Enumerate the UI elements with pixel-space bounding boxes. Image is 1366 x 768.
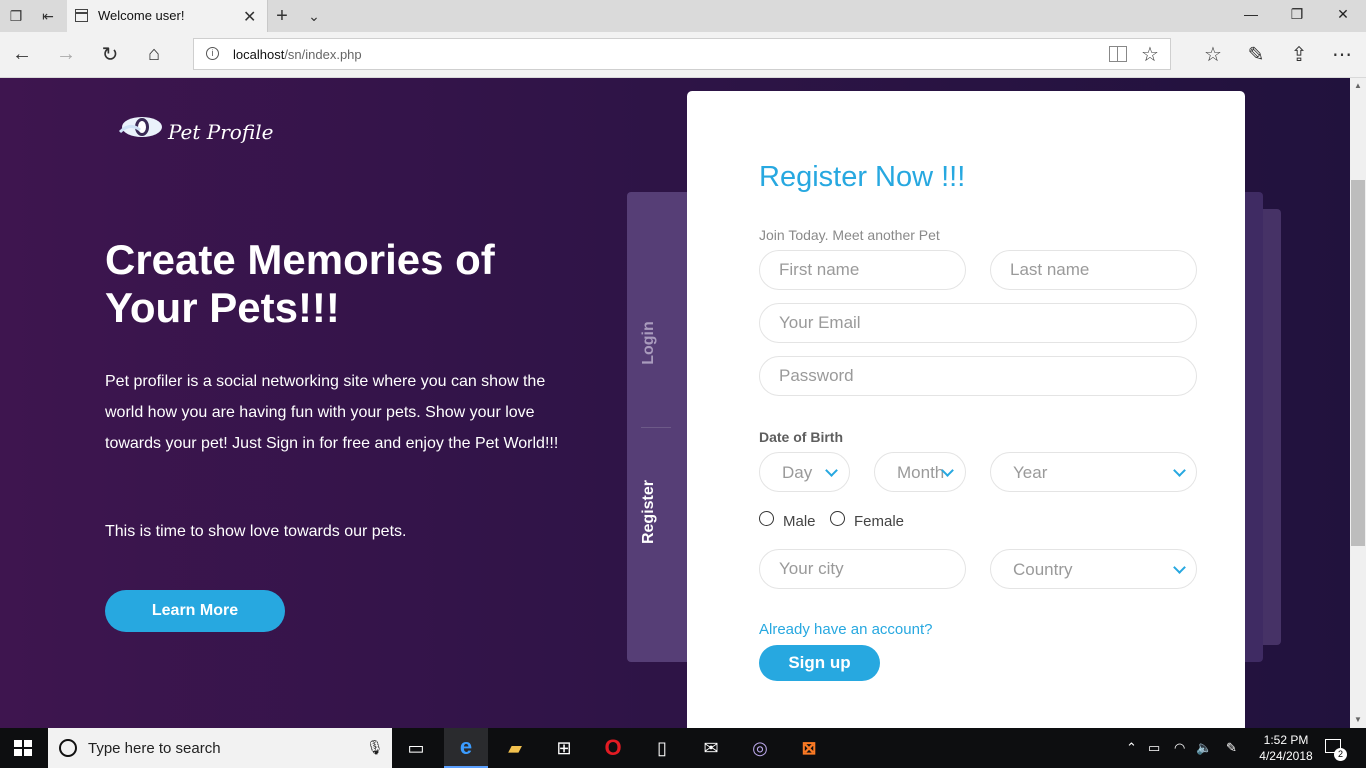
male-label: Male — [783, 513, 816, 530]
year-select-value: Year — [1013, 463, 1048, 482]
new-tab-icon[interactable]: + — [272, 5, 292, 27]
female-radio[interactable] — [830, 511, 845, 526]
last-name-input[interactable] — [991, 251, 1196, 289]
favorite-star-icon[interactable]: ☆ — [1141, 42, 1159, 67]
chevron-down-icon[interactable]: ⌄ — [304, 6, 324, 26]
favorites-hub-icon[interactable]: ☆ — [1199, 40, 1227, 68]
tab-manager-icon[interactable]: ❐ — [6, 6, 26, 26]
day-select[interactable]: Day — [759, 452, 850, 492]
document-icon[interactable]: ▯ — [640, 728, 684, 768]
close-window-icon[interactable]: ✕ — [1328, 6, 1358, 23]
divider — [641, 427, 671, 428]
torrent-icon[interactable]: ◎ — [738, 728, 782, 768]
year-select[interactable]: Year — [990, 452, 1197, 492]
last-name-field[interactable] — [990, 250, 1197, 290]
volume-icon[interactable]: 🔈 — [1196, 740, 1212, 756]
form-subtitle: Join Today. Meet another Pet — [759, 227, 940, 243]
taskbar: Type here to search 🎙 ▭ e ▰ ⊞ O ▯ ✉ ◎ ⊠ … — [0, 728, 1366, 768]
taskbar-search-input[interactable]: Type here to search — [88, 740, 221, 757]
forward-arrow-icon[interactable]: → — [52, 40, 80, 68]
password-input[interactable] — [760, 357, 1196, 395]
mail-icon[interactable]: ✉ — [689, 728, 733, 768]
info-icon[interactable]: i — [206, 47, 219, 60]
first-name-field[interactable] — [759, 250, 966, 290]
url-text[interactable]: localhost/sn/index.php — [233, 47, 362, 62]
country-select[interactable]: Country — [990, 549, 1197, 589]
clock-time: 1:52 PM — [1263, 733, 1309, 747]
hero-tagline: This is time to show love towards our pe… — [105, 523, 407, 540]
browser-tab-bar: ❐ ⇤ Welcome user! ✕ + ⌄ — ❐ ✕ — [0, 0, 1366, 32]
signup-button[interactable]: Sign up — [759, 645, 880, 681]
tab-login[interactable]: Login — [640, 321, 658, 365]
first-name-input[interactable] — [760, 251, 965, 289]
windows-start-icon[interactable] — [14, 740, 32, 756]
clock-date: 4/24/2018 — [1259, 749, 1313, 763]
scroll-down-icon[interactable]: ▼ — [1350, 712, 1366, 728]
dob-label: Date of Birth — [759, 429, 843, 445]
city-input[interactable] — [760, 550, 965, 588]
file-explorer-icon[interactable]: ▰ — [493, 728, 537, 768]
task-view-icon[interactable]: ▭ — [394, 728, 438, 768]
form-title: Register Now !!! — [759, 161, 966, 193]
pen-workspace-icon[interactable]: ✎ — [1226, 740, 1237, 756]
login-link[interactable]: Already have an account? — [759, 621, 932, 638]
taskbar-clock[interactable]: 1:52 PM 4/24/2018 — [1252, 732, 1320, 764]
store-icon[interactable]: ⊞ — [542, 728, 586, 768]
chevron-up-icon[interactable]: ⌃ — [1126, 740, 1137, 756]
opera-icon[interactable]: O — [591, 728, 635, 768]
email-field[interactable] — [759, 303, 1197, 343]
refresh-icon[interactable]: ↻ — [96, 40, 124, 68]
browser-tab[interactable]: Welcome user! ✕ — [67, 0, 268, 32]
set-aside-tabs-icon[interactable]: ⇤ — [38, 6, 58, 26]
restore-icon[interactable]: ❐ — [1282, 6, 1312, 23]
hero-title: Create Memories of Your Pets!!! — [105, 236, 495, 331]
hero-description: Pet profiler is a social networking site… — [105, 373, 559, 452]
notification-badge: 2 — [1334, 748, 1347, 761]
email-input[interactable] — [760, 304, 1196, 342]
microphone-icon[interactable]: 🎙 — [366, 739, 384, 756]
page-content: Pet Profile Create Memories of Your Pets… — [0, 78, 1350, 728]
home-icon[interactable]: ⌂ — [140, 40, 168, 68]
back-arrow-icon[interactable]: ← — [8, 40, 36, 68]
month-select[interactable]: Month — [874, 452, 966, 492]
scrollbar-thumb[interactable] — [1351, 180, 1365, 546]
male-radio[interactable] — [759, 511, 774, 526]
register-card: Register Now !!! Join Today. Meet anothe… — [687, 91, 1245, 728]
city-field[interactable] — [759, 549, 966, 589]
address-bar[interactable]: i localhost/sn/index.php ☆ — [193, 38, 1171, 70]
page-icon — [75, 9, 88, 22]
battery-icon[interactable]: ▭ — [1148, 740, 1160, 756]
xampp-icon[interactable]: ⊠ — [787, 728, 831, 768]
learn-more-button[interactable]: Learn More — [105, 590, 285, 632]
password-field[interactable] — [759, 356, 1197, 396]
tab-title: Welcome user! — [98, 8, 185, 23]
female-label: Female — [854, 513, 905, 530]
browser-nav-bar: ← → ↻ ⌂ i localhost/sn/index.php ☆ ☆ ✎ ⇪… — [0, 32, 1366, 78]
reading-view-icon[interactable] — [1109, 46, 1127, 62]
scroll-up-icon[interactable]: ▲ — [1350, 78, 1366, 94]
taskbar-search[interactable]: Type here to search 🎙 — [48, 728, 392, 768]
more-icon[interactable]: ⋯ — [1328, 40, 1356, 68]
country-select-value: Country — [1013, 560, 1073, 579]
logo-text: Pet Profile — [168, 120, 274, 144]
day-select-value: Day — [782, 463, 813, 482]
close-tab-icon[interactable]: ✕ — [243, 7, 256, 27]
edge-browser-icon[interactable]: e — [444, 728, 488, 768]
month-select-value: Month — [897, 463, 945, 482]
cortana-icon[interactable] — [59, 739, 77, 757]
chevron-down-icon — [825, 464, 838, 477]
wifi-icon[interactable]: ◠ — [1174, 740, 1185, 756]
tab-register[interactable]: Register — [640, 480, 658, 544]
chevron-down-icon — [1173, 561, 1186, 574]
pen-icon[interactable]: ✎ — [1242, 40, 1270, 68]
share-icon[interactable]: ⇪ — [1285, 40, 1313, 68]
chevron-down-icon — [1173, 464, 1186, 477]
minimize-icon[interactable]: — — [1236, 6, 1266, 22]
